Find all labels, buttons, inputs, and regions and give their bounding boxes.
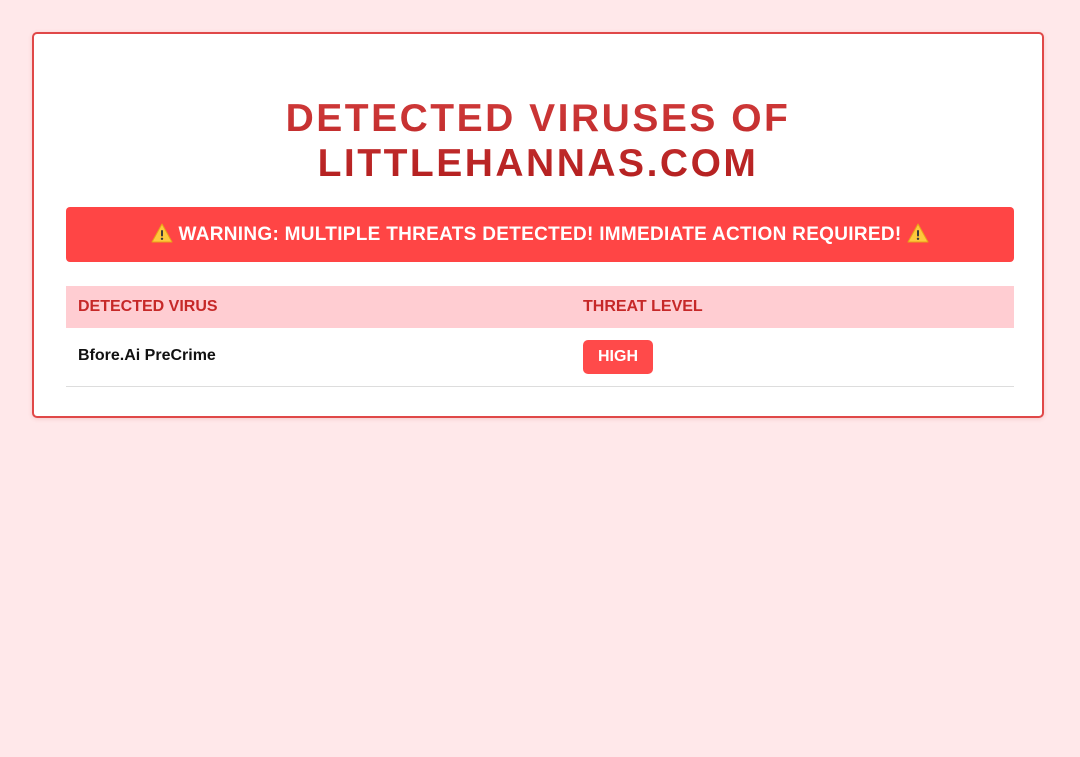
page-title: DETECTED VIRUSES OF LITTLEHANNAS.COM [34, 96, 1042, 186]
virus-report-card: DETECTED VIRUSES OF LITTLEHANNAS.COM WAR… [32, 32, 1044, 418]
column-header-virus: DETECTED VIRUS [78, 298, 218, 315]
table-row: Bfore.Ai PreCrime HIGH [66, 328, 1014, 387]
page-title-line2: LITTLEHANNAS.COM [317, 142, 759, 185]
table-header: DETECTED VIRUS THREAT LEVEL [66, 286, 1014, 328]
virus-table: DETECTED VIRUS THREAT LEVEL Bfore.Ai Pre… [66, 286, 1014, 387]
warning-text: WARNING: MULTIPLE THREATS DETECTED! IMME… [178, 224, 908, 245]
warning-icon [151, 223, 173, 243]
page-title-line1: DETECTED VIRUSES OF [285, 97, 791, 140]
threat-level-badge: HIGH [583, 340, 653, 374]
warning-banner: WARNING: MULTIPLE THREATS DETECTED! IMME… [66, 207, 1014, 262]
column-header-threat-level: THREAT LEVEL [583, 298, 703, 315]
virus-name-cell: Bfore.Ai PreCrime [78, 347, 216, 364]
warning-icon [907, 223, 929, 243]
